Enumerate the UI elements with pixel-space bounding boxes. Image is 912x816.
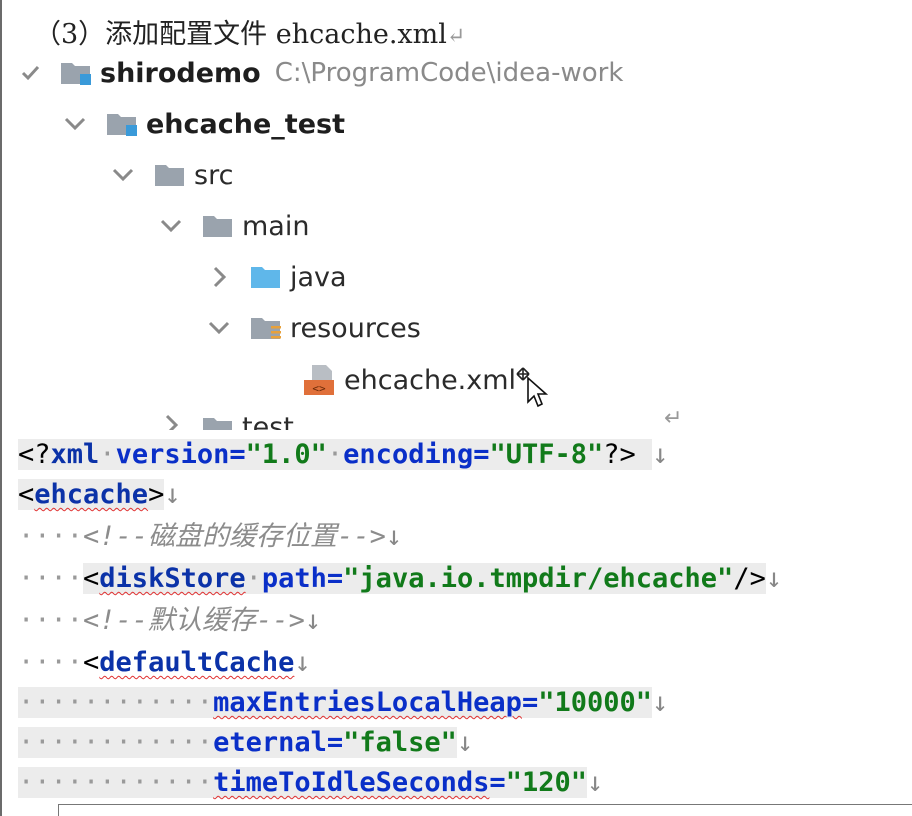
section-heading: （3）添加配置文件 ehcache.xml↵ — [34, 12, 465, 51]
value-version: "1.0" — [245, 439, 327, 470]
newline-mark: ↓ — [652, 687, 669, 718]
code-line-7: ············maxEntriesLocalHeap="10000"↓ — [18, 687, 669, 718]
tree-item-test[interactable]: test — [158, 408, 294, 430]
heading-text: （3）添加配置文件 ehcache.xml — [34, 19, 447, 50]
newline-mark: ↓ — [294, 647, 311, 678]
code-line-9: ············timeToIdleSeconds="120"↓ — [18, 767, 604, 798]
folder-icon — [203, 216, 232, 237]
indent-dots: ············ — [18, 687, 214, 718]
newline-mark: ↓ — [304, 605, 322, 636]
chevron-right-icon[interactable] — [158, 412, 184, 430]
svg-text:<>: <> — [312, 382, 326, 395]
indent-dots: ············ — [18, 727, 214, 758]
comment-default-cache: <!--默认缓存--> — [83, 605, 305, 636]
folder-icon — [203, 418, 232, 430]
xml-decl-close: ?> — [603, 439, 636, 470]
tree-item-main[interactable]: main — [158, 206, 309, 246]
resources-folder-icon — [251, 318, 281, 339]
source-folder-icon — [251, 267, 280, 288]
tree-item-label: resources — [290, 312, 421, 344]
chevron-down-icon[interactable] — [206, 315, 232, 341]
tree-item-ehcache-test[interactable]: ehcache_test — [62, 104, 345, 144]
xml-decl-name: xml — [50, 439, 100, 470]
newline-mark: ↓ — [652, 439, 669, 470]
tree-item-label: main — [242, 210, 310, 242]
value-max-entries: "10000" — [538, 687, 652, 718]
attr-path: path — [261, 563, 327, 594]
code-line-8: ············eternal="false"↓ — [18, 727, 474, 758]
value-time-to-idle: "120" — [505, 767, 587, 798]
tree-item-label: src — [194, 159, 234, 191]
value-encoding: "UTF-8" — [489, 439, 604, 470]
return-mark: ↵ — [664, 406, 683, 431]
xml-file-icon: <> — [304, 365, 334, 395]
attr-encoding: encoding — [343, 439, 474, 470]
code-line-6: ····<defaultCache↓ — [18, 647, 311, 678]
folder-icon — [155, 165, 184, 186]
tree-item-java[interactable]: java — [206, 257, 347, 297]
newline-mark: ↓ — [586, 767, 604, 798]
tree-item-label: test — [242, 412, 294, 430]
tree-item-ehcache-xml[interactable]: <> ehcache.xml — [302, 360, 516, 400]
comment-disk-store: <!--磁盘的缓存位置--> — [83, 521, 386, 552]
newline-mark: ↓ — [456, 727, 474, 758]
tree-item-shirodemo[interactable]: shirodemo C:\ProgramCode\idea-work — [18, 53, 623, 93]
code-line-2: <ehcache>↓ — [18, 479, 181, 510]
indent-dots: ···· — [18, 521, 84, 552]
tag-diskstore: diskStore — [99, 563, 246, 594]
tree-item-resources[interactable]: resources — [206, 308, 421, 348]
move-cursor-icon — [516, 367, 549, 408]
value-path: "java.io.tmpdir/ehcache" — [343, 563, 734, 594]
chevron-right-icon[interactable] — [206, 264, 232, 290]
tag-ehcache: ehcache — [34, 479, 149, 510]
tree-item-src[interactable]: src — [110, 155, 233, 195]
module-folder-icon — [107, 114, 137, 136]
tree-item-label: ehcache.xml — [344, 364, 517, 396]
attr-eternal: eternal — [213, 727, 327, 758]
attr-time-to-idle: timeToIdleSeconds — [213, 767, 490, 798]
newline-mark: ↓ — [164, 479, 181, 510]
value-eternal: "false" — [343, 727, 457, 758]
paragraph-mark: ↵ — [446, 24, 466, 49]
attr-version: version — [115, 439, 230, 470]
bottom-panel-edge — [58, 804, 912, 816]
indent-dots: ···· — [18, 647, 84, 678]
tree-item-label: java — [290, 261, 347, 293]
tree-item-label: shirodemo — [100, 57, 261, 89]
indent-dots: ············ — [18, 767, 214, 798]
xml-decl-open: <? — [18, 439, 51, 470]
project-path: C:\ProgramCode\idea-work — [274, 58, 624, 88]
code-line-1: <?xml·version="1.0"·encoding="UTF-8"?> ↓ — [18, 439, 669, 470]
newline-mark: ↓ — [385, 521, 403, 552]
tree-item-label: ehcache_test — [146, 108, 345, 140]
newline-mark: ↓ — [765, 563, 783, 594]
chevron-down-icon[interactable] — [62, 111, 88, 137]
code-line-4: ····<diskStore·path="java.io.tmpdir/ehca… — [18, 563, 783, 594]
chevron-down-icon[interactable] — [110, 162, 136, 188]
indent-dots: ···· — [18, 563, 84, 594]
module-folder-icon — [61, 63, 91, 85]
chevron-down-icon[interactable] — [158, 213, 184, 239]
left-border — [0, 0, 2, 816]
checkmark-icon — [21, 65, 40, 81]
code-line-5: ····<!--默认缓存-->↓ — [18, 602, 321, 640]
tag-defaultcache: defaultCache — [99, 647, 295, 678]
attr-max-entries: maxEntriesLocalHeap — [213, 687, 522, 718]
indent-dots: ···· — [18, 605, 84, 636]
code-line-3: ····<!--磁盘的缓存位置-->↓ — [18, 518, 402, 556]
